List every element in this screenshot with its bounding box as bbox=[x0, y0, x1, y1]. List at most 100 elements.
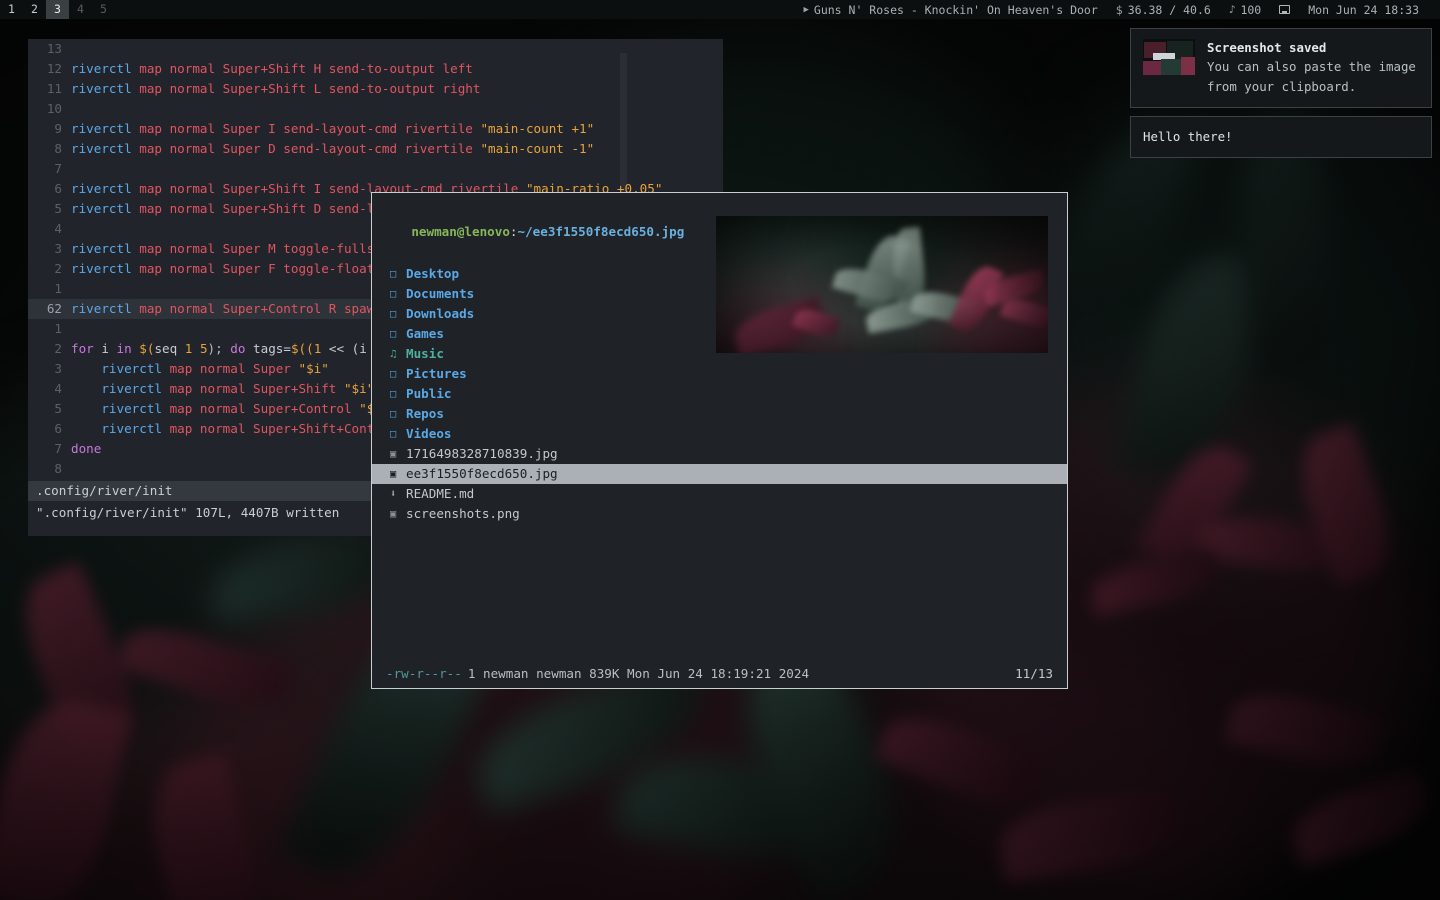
status-bar-right: ▶ Guns N' Roses - Knockin' On Heaven's D… bbox=[794, 3, 1440, 17]
workspace-tag-1[interactable]: 1 bbox=[0, 0, 23, 19]
code-token: $( bbox=[139, 341, 155, 356]
code-token: in bbox=[116, 341, 132, 356]
path-directory: ~/ee3f1550f8ecd650.jpg bbox=[517, 224, 685, 239]
path-separator: : bbox=[509, 224, 518, 239]
code-token: "main-count +1" bbox=[480, 121, 595, 136]
editor-line[interactable]: 11 riverctl map normal Super+Shift L send… bbox=[28, 79, 723, 99]
file-name: ee3f1550f8ecd650.jpg bbox=[406, 466, 558, 481]
code-token: riverctl bbox=[71, 401, 170, 416]
media-player-status[interactable]: ▶ Guns N' Roses - Knockin' On Heaven's D… bbox=[794, 3, 1106, 17]
editor-line[interactable]: 9 riverctl map normal Super I send-layout… bbox=[28, 119, 723, 139]
line-number: 4 bbox=[54, 221, 62, 236]
status-bar: 12345 ▶ Guns N' Roses - Knockin' On Heav… bbox=[0, 0, 1440, 19]
clock-widget[interactable]: Mon Jun 24 18:33 bbox=[1299, 3, 1428, 17]
file-name: Repos bbox=[406, 406, 444, 421]
clock-text: Mon Jun 24 18:33 bbox=[1308, 2, 1419, 17]
line-number: 62 bbox=[46, 301, 62, 316]
file-list-item[interactable]: ⬇ README.md bbox=[372, 484, 1067, 504]
markdown-icon: ⬇ bbox=[390, 488, 397, 500]
folder-icon: □ bbox=[390, 368, 397, 380]
battery-widget[interactable] bbox=[1270, 5, 1299, 14]
line-code: riverctl map normal Super+Control "$i" bbox=[71, 401, 389, 416]
notification[interactable]: Screenshot saved You can also paste the i… bbox=[1130, 28, 1432, 108]
editor-line[interactable]: 13 bbox=[28, 39, 723, 59]
file-list-item[interactable]: □ Repos bbox=[372, 404, 1067, 424]
line-number: 4 bbox=[54, 381, 62, 396]
folder-icon: □ bbox=[390, 388, 397, 400]
notification-thumbnail bbox=[1143, 39, 1195, 75]
workspace-tag-2[interactable]: 2 bbox=[23, 0, 46, 19]
file-list-item[interactable]: □ Videos bbox=[372, 424, 1067, 444]
file-list-item[interactable]: □ Public bbox=[372, 384, 1067, 404]
file-permissions: -rw-r--r-- bbox=[386, 666, 462, 681]
code-token: done bbox=[71, 441, 102, 456]
folder-icon: □ bbox=[390, 428, 397, 440]
file-name: Downloads bbox=[406, 306, 475, 321]
code-token: map normal Super F toggle-float bbox=[139, 261, 375, 276]
code-token: "$i" bbox=[343, 381, 375, 396]
file-name: screenshots.png bbox=[406, 506, 520, 521]
folder-icon: □ bbox=[390, 288, 397, 300]
folder-icon: □ bbox=[390, 268, 397, 280]
line-number: 5 bbox=[54, 401, 62, 416]
notification-text: You can also paste the image from your c… bbox=[1207, 59, 1416, 94]
code-token: map normal Super+Shift L send-to-output … bbox=[139, 81, 481, 96]
code-token: i bbox=[93, 341, 117, 356]
line-number: 10 bbox=[46, 101, 62, 116]
code-token: for bbox=[71, 341, 94, 356]
notification-body: Screenshot saved You can also paste the i… bbox=[1207, 39, 1419, 97]
code-token: riverctl bbox=[71, 201, 140, 216]
line-number: 2 bbox=[54, 261, 62, 276]
editor-line[interactable]: 8 riverctl map normal Super D send-layout… bbox=[28, 139, 723, 159]
line-number: 8 bbox=[54, 461, 62, 476]
line-number: 3 bbox=[54, 361, 62, 376]
line-number: 9 bbox=[54, 121, 62, 136]
file-list-item[interactable]: ▣ 1716498328710839.jpg bbox=[372, 444, 1067, 464]
line-number: 6 bbox=[54, 421, 62, 436]
code-token: seq bbox=[154, 341, 185, 356]
path-user-host: newman@lenovo bbox=[411, 224, 510, 239]
workspace-tag-5[interactable]: 5 bbox=[92, 0, 115, 19]
notification[interactable]: Hello there! bbox=[1130, 116, 1432, 158]
editor-line[interactable]: 7 bbox=[28, 159, 723, 179]
code-token: riverctl bbox=[71, 81, 140, 96]
notification-title: Screenshot saved bbox=[1207, 40, 1327, 55]
line-code: riverctl map normal Super D send-layout-… bbox=[71, 141, 594, 156]
image-preview bbox=[716, 216, 1048, 353]
code-token: "main-count -1" bbox=[480, 141, 595, 156]
code-token: map normal Super+Control bbox=[169, 401, 360, 416]
line-number: 13 bbox=[46, 41, 62, 56]
volume-widget[interactable]: ♪ 100 bbox=[1220, 3, 1270, 17]
file-list-item[interactable]: ▣ ee3f1550f8ecd650.jpg bbox=[372, 464, 1067, 484]
editor-line[interactable]: 10 bbox=[28, 99, 723, 119]
line-number: 5 bbox=[54, 201, 62, 216]
code-token: riverctl bbox=[71, 361, 170, 376]
editor-line[interactable]: 12 riverctl map normal Super+Shift H send… bbox=[28, 59, 723, 79]
line-code: riverctl map normal Super M toggle-fulls… bbox=[71, 241, 412, 256]
notification-text: Hello there! bbox=[1143, 129, 1233, 144]
file-metadata: 1 newman newman 839K Mon Jun 24 18:19:21… bbox=[467, 666, 810, 681]
line-number: 11 bbox=[46, 81, 62, 96]
workspace-tag-3[interactable]: 3 bbox=[46, 0, 69, 19]
workspace-tag-4[interactable]: 4 bbox=[69, 0, 92, 19]
code-token: riverctl bbox=[71, 261, 140, 276]
file-name: Desktop bbox=[406, 266, 460, 281]
file-name: README.md bbox=[406, 486, 475, 501]
code-token: map normal Super+Control R spawn bbox=[139, 301, 390, 316]
file-name: Public bbox=[406, 386, 452, 401]
line-number: 12 bbox=[46, 61, 62, 76]
file-name: Videos bbox=[406, 426, 452, 441]
line-code: done bbox=[71, 441, 101, 456]
line-number: 1 bbox=[54, 281, 62, 296]
folder-icon: □ bbox=[390, 328, 397, 340]
code-token: map normal Super bbox=[169, 361, 299, 376]
line-code: riverctl map normal Super+Shift L send-t… bbox=[71, 81, 480, 96]
music-folder-icon: ♫ bbox=[390, 348, 397, 360]
line-code: riverctl map normal Super+Shift "$i" bbox=[71, 381, 374, 396]
finance-widget[interactable]: $ 36.38 / 40.6 bbox=[1107, 3, 1220, 17]
file-list-item[interactable]: □ Pictures bbox=[372, 364, 1067, 384]
file-name: Music bbox=[406, 346, 444, 361]
file-manager-window[interactable]: newman@lenovo:~/ee3f1550f8ecd650.jpg □ De… bbox=[371, 192, 1068, 689]
file-list-item[interactable]: ▣ screenshots.png bbox=[372, 504, 1067, 524]
workspace-tags[interactable]: 12345 bbox=[0, 0, 115, 19]
